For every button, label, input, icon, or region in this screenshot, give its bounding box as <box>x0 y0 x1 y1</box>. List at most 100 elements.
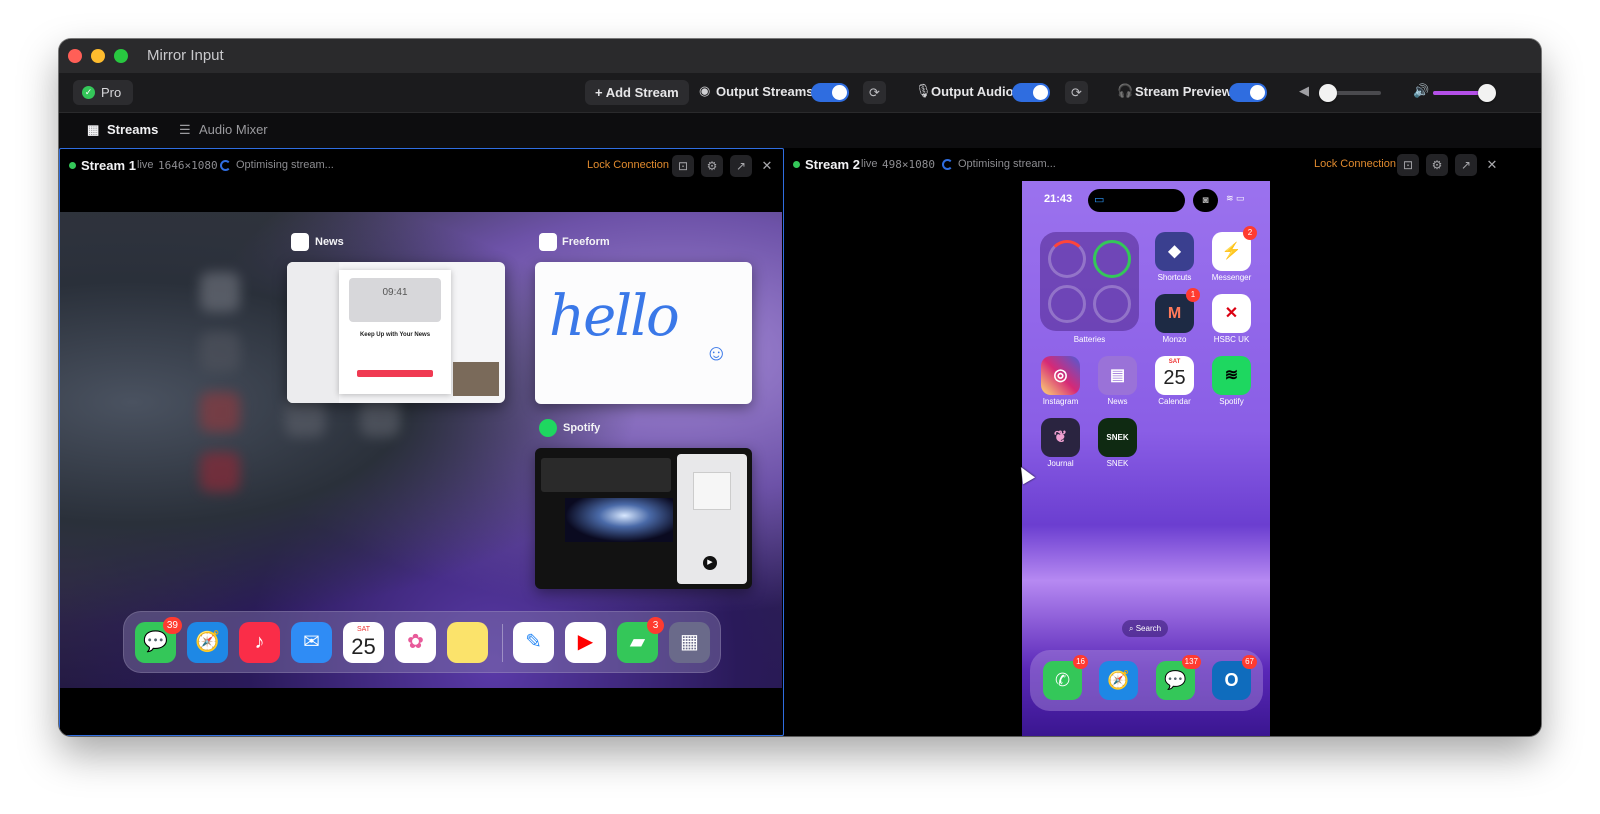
tab-streams[interactable]: ▦ Streams <box>87 122 158 138</box>
unlock-icon[interactable]: ⊡ <box>1397 154 1419 176</box>
phone-battery-ring <box>1048 240 1086 278</box>
calendar-label: Calendar <box>1158 397 1191 406</box>
outlook-icon[interactable]: O 67 <box>1212 655 1257 700</box>
close-icon[interactable]: ✕ <box>757 155 777 177</box>
stream-1-live: live <box>137 159 154 171</box>
stream-2-live: live <box>861 158 878 170</box>
snek-icon[interactable]: SNEK <box>1098 418 1137 457</box>
close-icon[interactable]: ✕ <box>1482 154 1502 176</box>
speaker-mute-icon: ◀ <box>1299 83 1309 98</box>
left-volume-knob[interactable] <box>1319 84 1337 102</box>
mail-icon[interactable]: ✉ <box>291 622 332 663</box>
title-bar: Mirror Input <box>59 39 1541 73</box>
batteries-widget[interactable] <box>1040 232 1139 331</box>
live-indicator <box>793 161 800 168</box>
expand-icon[interactable]: ↗ <box>730 155 752 177</box>
youtube-icon[interactable]: ▶ <box>565 622 606 663</box>
news-modal-heading: Keep Up with Your News <box>359 332 431 338</box>
gear-icon[interactable]: ⚙ <box>1426 154 1448 176</box>
news-folder-icon[interactable]: ▤ <box>1098 356 1137 395</box>
instagram-label: Instagram <box>1042 397 1079 406</box>
calendar-icon[interactable]: SAT 25 <box>343 622 384 663</box>
music-icon[interactable]: ♪ <box>239 622 280 663</box>
stream-1-lock-connection[interactable]: Lock Connection <box>587 159 669 171</box>
instagram-icon[interactable]: ◎ <box>1041 356 1080 395</box>
spotify-app-icon <box>539 419 557 437</box>
home-search-button[interactable]: ⌕ Search <box>1122 620 1169 637</box>
batteries-widget-label: Batteries <box>1073 335 1106 344</box>
grid-icon: ▦ <box>87 122 100 137</box>
freeform-handwriting: hello <box>549 284 680 349</box>
spotify-icon[interactable]: ≋ <box>1212 356 1251 395</box>
stream-panel-2[interactable]: Stream 2 live 498×1080 Optimising stream… <box>784 148 1541 736</box>
right-volume-slider[interactable] <box>1433 84 1496 102</box>
spotify-now-playing: ▶ <box>677 454 747 584</box>
stream-panel-1[interactable]: Stream 1 live 1646×1080 Optimising strea… <box>59 148 784 736</box>
stream-2-lock-connection[interactable]: Lock Connection <box>1314 158 1396 170</box>
messages-icon[interactable]: 💬 137 <box>1156 655 1201 700</box>
minimize-window-button[interactable] <box>91 49 105 63</box>
monzo-icon[interactable]: M1 <box>1155 288 1200 333</box>
hsbc-label: HSBC UK <box>1213 335 1250 344</box>
loading-spinner-icon <box>942 159 953 170</box>
pro-badge[interactable]: ✓ Pro <box>73 80 134 105</box>
gear-icon[interactable]: ⚙ <box>701 155 723 177</box>
dynamic-island: ▭ <box>1088 189 1185 212</box>
play-icon: ▶ <box>703 556 717 570</box>
output-audio-label: Output Audio <box>931 84 1014 99</box>
journal-icon[interactable]: ❦ <box>1041 418 1080 457</box>
app-library-icon[interactable]: ▦ <box>669 622 710 663</box>
check-icon: ✓ <box>82 86 95 99</box>
output-streams-refresh-button[interactable]: ⟳ <box>863 81 886 104</box>
expand-icon[interactable]: ↗ <box>1455 154 1477 176</box>
facetime-icon[interactable]: ▰ 3 <box>617 617 664 663</box>
ipad-mirror-view[interactable]: News 09:41 Keep Up with Your News Freefo… <box>60 212 782 688</box>
live-activity-icon: ◙ <box>1193 189 1218 212</box>
messages-icon[interactable]: 💬 39 <box>135 617 182 663</box>
phone-icon[interactable]: ✆ 16 <box>1043 655 1088 700</box>
news-app-card[interactable]: 09:41 Keep Up with Your News <box>287 262 505 403</box>
journal-label: Journal <box>1047 459 1074 468</box>
freeform-icon[interactable]: ✎ <box>513 622 554 663</box>
output-streams-toggle[interactable] <box>811 83 849 102</box>
blurred-app-icon <box>360 397 400 437</box>
messenger-label: Messenger <box>1211 273 1252 282</box>
hsbc-icon[interactable]: ✕ <box>1212 294 1251 333</box>
add-stream-button[interactable]: + Add Stream <box>585 80 689 105</box>
safari-icon[interactable]: 🧭 <box>187 622 228 663</box>
zoom-window-button[interactable] <box>114 49 128 63</box>
stream-2-status: Optimising stream... <box>958 158 1056 170</box>
close-window-button[interactable] <box>68 49 82 63</box>
notes-icon[interactable] <box>447 622 488 663</box>
news-image <box>453 362 499 396</box>
news-modal-time: 09:41 <box>349 278 441 322</box>
tab-bar: ▦ Streams ☰ Audio Mixer <box>59 114 1541 147</box>
output-streams-label: Output Streams <box>716 84 814 99</box>
safari-icon[interactable]: 🧭 <box>1099 661 1138 700</box>
app-window: Mirror Input ✓ Pro + Add Stream ◉ Output… <box>59 39 1541 736</box>
stream-preview-toggle[interactable] <box>1229 83 1267 102</box>
news-modal: 09:41 Keep Up with Your News <box>339 270 451 394</box>
output-audio-toggle[interactable] <box>1012 83 1050 102</box>
right-volume-knob[interactable] <box>1478 84 1496 102</box>
stream-preview-label: Stream Preview <box>1135 84 1232 99</box>
snek-label: SNEK <box>1106 459 1129 468</box>
news-card-title: News <box>315 236 344 248</box>
iphone-mirror-view[interactable]: 21:43 ▭ ◙ ≋ ▭ Batteries ◆ Shortcuts ⚡ 2 M… <box>1022 181 1270 736</box>
loading-spinner-icon <box>220 160 231 171</box>
headphones-icon: 🎧 <box>1117 83 1134 98</box>
stream-2-header: Stream 2 live 498×1080 Optimising stream… <box>784 148 1541 180</box>
shortcuts-icon[interactable]: ◆ <box>1155 232 1194 271</box>
stream-1-resolution: 1646×1080 <box>158 159 218 172</box>
freeform-app-card[interactable]: hello ☺ <box>535 262 752 404</box>
left-volume-slider[interactable] <box>1319 84 1381 102</box>
output-audio-refresh-button[interactable]: ⟳ <box>1065 81 1088 104</box>
photos-icon[interactable]: ✿ <box>395 622 436 663</box>
unlock-icon[interactable]: ⊡ <box>672 155 694 177</box>
spotify-playlist-grid <box>541 458 671 492</box>
spotify-app-card[interactable]: ▶ <box>535 448 752 589</box>
messenger-icon[interactable]: ⚡ 2 <box>1212 226 1257 271</box>
calendar-icon[interactable]: SAT 25 <box>1155 356 1194 395</box>
tab-audio-mixer[interactable]: ☰ Audio Mixer <box>179 122 268 138</box>
ipad-dock: 💬 39 🧭 ♪ ✉ SAT 25 ✿ ✎ ▶ ▰ 3 ▦ <box>123 611 721 673</box>
